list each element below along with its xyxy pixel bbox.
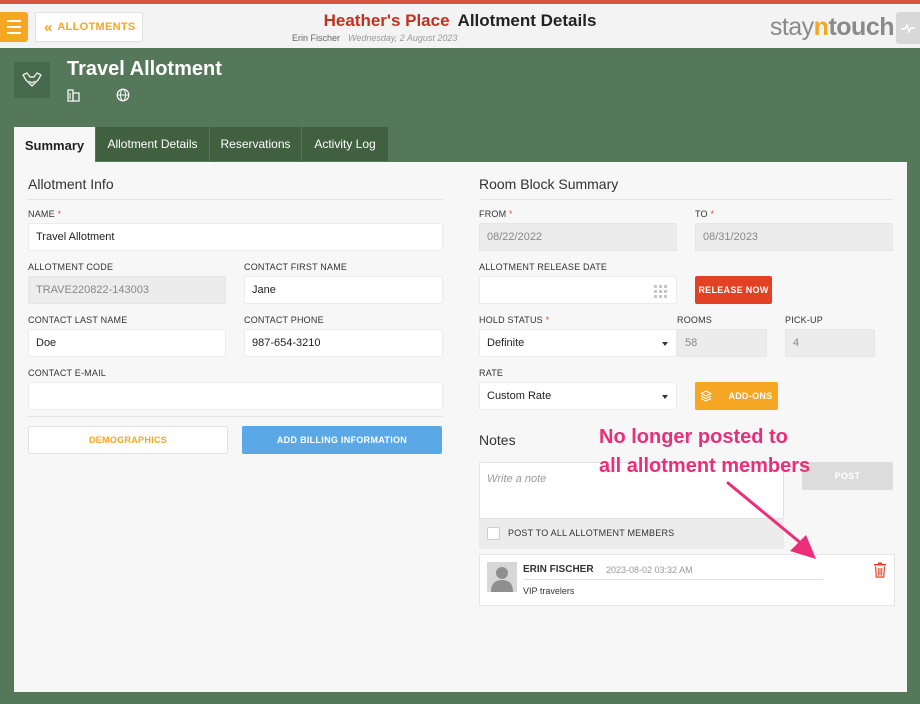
- divider: [523, 579, 823, 580]
- from-label: FROM *: [479, 209, 513, 219]
- release-date-label: ALLOTMENT RELEASE DATE: [479, 262, 608, 272]
- note-timestamp: 2023-08-02 03:32 AM: [606, 565, 693, 575]
- contact-last-name-label: CONTACT LAST NAME: [28, 315, 128, 325]
- screenshot-annotation-text: No longer posted to all allotment member…: [599, 426, 811, 477]
- divider: [479, 199, 893, 200]
- caret-down-icon: [662, 342, 668, 346]
- tab-summary[interactable]: Summary: [14, 127, 96, 163]
- page-title: Allotment Details: [457, 11, 597, 30]
- release-date-input[interactable]: [479, 276, 677, 304]
- business-date: Wednesday, 2 August 2023: [348, 33, 458, 43]
- annotation-arrow-icon: [726, 481, 816, 559]
- note-placeholder: Write a note: [487, 473, 547, 485]
- allotment-code-label: ALLOTMENT CODE: [28, 262, 114, 272]
- add-billing-information-button[interactable]: ADD BILLING INFORMATION: [242, 426, 442, 454]
- caret-down-icon: [662, 395, 668, 399]
- calendar-icon[interactable]: [654, 285, 667, 298]
- top-bar: « ALLOTMENTS Heather's Place Allotment De…: [0, 0, 920, 48]
- to-label: TO *: [695, 209, 715, 219]
- note-author: ERIN FISCHER: [523, 564, 594, 575]
- from-date-field: 08/22/2022: [479, 223, 677, 251]
- post-to-all-label: POST TO ALL ALLOTMENT MEMBERS: [508, 528, 675, 538]
- tab-bar: Summary Allotment Details Reservations A…: [14, 127, 389, 163]
- notes-title: Notes: [479, 432, 516, 448]
- rate-label: RATE: [479, 368, 504, 378]
- to-date-field: 08/31/2023: [695, 223, 893, 251]
- add-ons-label: ADD-ONS: [728, 391, 773, 401]
- layers-icon: [700, 390, 713, 402]
- allotment-code-field: TRAVE220822-143003: [28, 276, 226, 304]
- hold-status-label: HOLD STATUS *: [479, 315, 550, 325]
- contact-phone-input[interactable]: 987-654-3210: [244, 329, 443, 357]
- add-ons-button[interactable]: ADD-ONS: [695, 382, 778, 410]
- post-to-all-checkbox[interactable]: [487, 527, 500, 540]
- contact-first-name-input[interactable]: Jane: [244, 276, 443, 304]
- demographics-button[interactable]: DEMOGRAPHICS: [28, 426, 228, 454]
- activity-pulse-icon[interactable]: [896, 12, 920, 44]
- allotment-name-input[interactable]: Travel Allotment: [28, 223, 443, 251]
- stayntouch-logo: stayntouch: [769, 13, 895, 41]
- rooms-label: ROOMS: [677, 315, 713, 325]
- name-label: NAME *: [28, 209, 62, 219]
- divider: [28, 416, 443, 417]
- rooms-field: 58: [677, 329, 767, 357]
- user-date-line: Erin Fischer Wednesday, 2 August 2023: [292, 33, 457, 43]
- trash-icon[interactable]: [873, 562, 887, 578]
- rate-select[interactable]: Custom Rate: [479, 382, 677, 410]
- user-name: Erin Fischer: [292, 33, 341, 43]
- building-icon: [67, 89, 80, 102]
- contact-first-name-label: CONTACT FIRST NAME: [244, 262, 348, 272]
- divider: [28, 199, 443, 200]
- avatar: [487, 562, 517, 592]
- contact-email-label: CONTACT E-MAIL: [28, 368, 106, 378]
- tab-reservations[interactable]: Reservations: [210, 127, 302, 161]
- room-block-summary-title: Room Block Summary: [479, 176, 619, 192]
- contact-last-name-input[interactable]: Doe: [28, 329, 226, 357]
- pickup-field: 4: [785, 329, 875, 357]
- tab-activity-log[interactable]: Activity Log: [302, 127, 389, 161]
- tab-allotment-details[interactable]: Allotment Details: [96, 127, 210, 161]
- list-item: ERIN FISCHER 2023-08-02 03:32 AM VIP tra…: [479, 554, 895, 606]
- pickup-label: PICK-UP: [785, 315, 823, 325]
- note-text: VIP travelers: [523, 586, 575, 596]
- allotment-type-icon: [14, 62, 50, 98]
- globe-icon: [116, 88, 130, 102]
- allotment-info-title: Allotment Info: [28, 176, 114, 192]
- contact-email-input[interactable]: [28, 382, 443, 410]
- allotment-title: Travel Allotment: [67, 58, 222, 80]
- hotel-name: Heather's Place: [323, 11, 450, 30]
- contact-phone-label: CONTACT PHONE: [244, 315, 324, 325]
- hold-status-select[interactable]: Definite: [479, 329, 677, 357]
- release-now-button[interactable]: RELEASE NOW: [695, 276, 772, 304]
